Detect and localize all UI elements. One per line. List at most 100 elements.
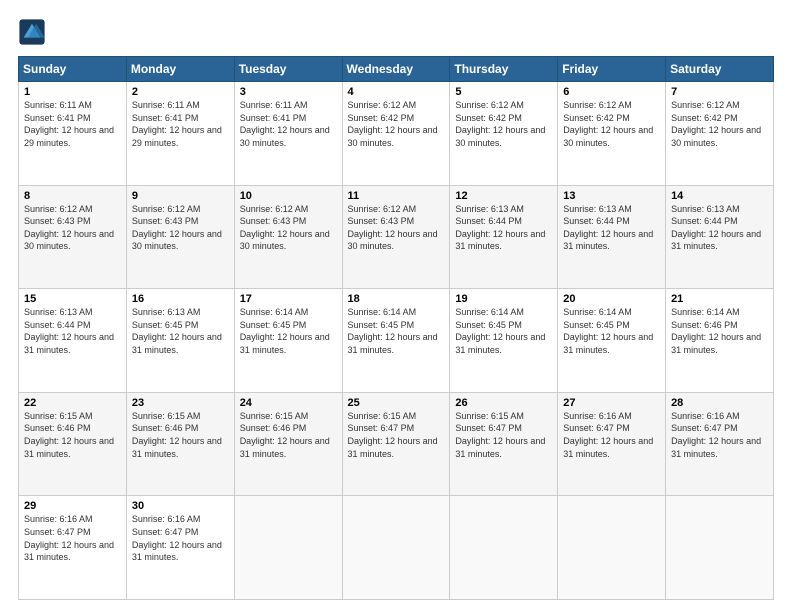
day-cell: 26Sunrise: 6:15 AMSunset: 6:47 PMDayligh… xyxy=(450,392,558,496)
day-number: 10 xyxy=(240,190,337,202)
page: SundayMondayTuesdayWednesdayThursdayFrid… xyxy=(0,0,792,612)
day-cell xyxy=(234,496,342,600)
day-number: 1 xyxy=(24,86,121,98)
day-cell xyxy=(558,496,666,600)
day-cell: 9Sunrise: 6:12 AMSunset: 6:43 PMDaylight… xyxy=(126,185,234,289)
day-cell: 27Sunrise: 6:16 AMSunset: 6:47 PMDayligh… xyxy=(558,392,666,496)
day-number: 15 xyxy=(24,293,121,305)
day-header-monday: Monday xyxy=(126,57,234,82)
day-info: Sunrise: 6:11 AMSunset: 6:41 PMDaylight:… xyxy=(132,99,229,149)
day-cell: 30Sunrise: 6:16 AMSunset: 6:47 PMDayligh… xyxy=(126,496,234,600)
day-info: Sunrise: 6:15 AMSunset: 6:46 PMDaylight:… xyxy=(132,410,229,460)
day-cell: 24Sunrise: 6:15 AMSunset: 6:46 PMDayligh… xyxy=(234,392,342,496)
day-number: 22 xyxy=(24,397,121,409)
day-info: Sunrise: 6:12 AMSunset: 6:42 PMDaylight:… xyxy=(348,99,445,149)
day-cell: 6Sunrise: 6:12 AMSunset: 6:42 PMDaylight… xyxy=(558,82,666,186)
day-number: 16 xyxy=(132,293,229,305)
day-cell xyxy=(450,496,558,600)
logo xyxy=(18,18,50,46)
day-info: Sunrise: 6:14 AMSunset: 6:45 PMDaylight:… xyxy=(348,306,445,356)
day-info: Sunrise: 6:14 AMSunset: 6:45 PMDaylight:… xyxy=(455,306,552,356)
day-info: Sunrise: 6:12 AMSunset: 6:43 PMDaylight:… xyxy=(348,203,445,253)
day-number: 14 xyxy=(671,190,768,202)
day-info: Sunrise: 6:16 AMSunset: 6:47 PMDaylight:… xyxy=(671,410,768,460)
day-cell: 5Sunrise: 6:12 AMSunset: 6:42 PMDaylight… xyxy=(450,82,558,186)
day-number: 19 xyxy=(455,293,552,305)
day-cell: 7Sunrise: 6:12 AMSunset: 6:42 PMDaylight… xyxy=(666,82,774,186)
day-cell: 4Sunrise: 6:12 AMSunset: 6:42 PMDaylight… xyxy=(342,82,450,186)
day-number: 24 xyxy=(240,397,337,409)
day-cell: 1Sunrise: 6:11 AMSunset: 6:41 PMDaylight… xyxy=(19,82,127,186)
header xyxy=(18,18,774,46)
day-cell: 16Sunrise: 6:13 AMSunset: 6:45 PMDayligh… xyxy=(126,289,234,393)
day-number: 18 xyxy=(348,293,445,305)
day-cell: 19Sunrise: 6:14 AMSunset: 6:45 PMDayligh… xyxy=(450,289,558,393)
day-header-saturday: Saturday xyxy=(666,57,774,82)
day-info: Sunrise: 6:16 AMSunset: 6:47 PMDaylight:… xyxy=(563,410,660,460)
day-info: Sunrise: 6:14 AMSunset: 6:45 PMDaylight:… xyxy=(563,306,660,356)
day-cell: 15Sunrise: 6:13 AMSunset: 6:44 PMDayligh… xyxy=(19,289,127,393)
day-number: 9 xyxy=(132,190,229,202)
day-number: 21 xyxy=(671,293,768,305)
day-number: 2 xyxy=(132,86,229,98)
day-cell: 29Sunrise: 6:16 AMSunset: 6:47 PMDayligh… xyxy=(19,496,127,600)
day-number: 26 xyxy=(455,397,552,409)
day-cell xyxy=(342,496,450,600)
day-cell: 10Sunrise: 6:12 AMSunset: 6:43 PMDayligh… xyxy=(234,185,342,289)
day-number: 5 xyxy=(455,86,552,98)
day-cell: 13Sunrise: 6:13 AMSunset: 6:44 PMDayligh… xyxy=(558,185,666,289)
day-cell: 21Sunrise: 6:14 AMSunset: 6:46 PMDayligh… xyxy=(666,289,774,393)
day-header-tuesday: Tuesday xyxy=(234,57,342,82)
day-cell: 17Sunrise: 6:14 AMSunset: 6:45 PMDayligh… xyxy=(234,289,342,393)
day-number: 29 xyxy=(24,500,121,512)
day-info: Sunrise: 6:13 AMSunset: 6:44 PMDaylight:… xyxy=(455,203,552,253)
day-info: Sunrise: 6:12 AMSunset: 6:43 PMDaylight:… xyxy=(132,203,229,253)
day-cell: 20Sunrise: 6:14 AMSunset: 6:45 PMDayligh… xyxy=(558,289,666,393)
day-number: 28 xyxy=(671,397,768,409)
day-info: Sunrise: 6:13 AMSunset: 6:45 PMDaylight:… xyxy=(132,306,229,356)
calendar: SundayMondayTuesdayWednesdayThursdayFrid… xyxy=(18,56,774,600)
day-info: Sunrise: 6:12 AMSunset: 6:43 PMDaylight:… xyxy=(24,203,121,253)
day-info: Sunrise: 6:11 AMSunset: 6:41 PMDaylight:… xyxy=(24,99,121,149)
day-cell xyxy=(666,496,774,600)
day-cell: 28Sunrise: 6:16 AMSunset: 6:47 PMDayligh… xyxy=(666,392,774,496)
logo-icon xyxy=(18,18,46,46)
day-cell: 12Sunrise: 6:13 AMSunset: 6:44 PMDayligh… xyxy=(450,185,558,289)
day-number: 12 xyxy=(455,190,552,202)
day-header-thursday: Thursday xyxy=(450,57,558,82)
day-number: 4 xyxy=(348,86,445,98)
day-info: Sunrise: 6:15 AMSunset: 6:46 PMDaylight:… xyxy=(24,410,121,460)
day-info: Sunrise: 6:14 AMSunset: 6:46 PMDaylight:… xyxy=(671,306,768,356)
calendar-header-row: SundayMondayTuesdayWednesdayThursdayFrid… xyxy=(19,57,774,82)
week-row-4: 22Sunrise: 6:15 AMSunset: 6:46 PMDayligh… xyxy=(19,392,774,496)
day-info: Sunrise: 6:15 AMSunset: 6:46 PMDaylight:… xyxy=(240,410,337,460)
day-info: Sunrise: 6:15 AMSunset: 6:47 PMDaylight:… xyxy=(348,410,445,460)
week-row-2: 8Sunrise: 6:12 AMSunset: 6:43 PMDaylight… xyxy=(19,185,774,289)
day-number: 23 xyxy=(132,397,229,409)
day-info: Sunrise: 6:12 AMSunset: 6:43 PMDaylight:… xyxy=(240,203,337,253)
day-number: 13 xyxy=(563,190,660,202)
day-header-friday: Friday xyxy=(558,57,666,82)
day-info: Sunrise: 6:13 AMSunset: 6:44 PMDaylight:… xyxy=(24,306,121,356)
day-number: 6 xyxy=(563,86,660,98)
day-cell: 14Sunrise: 6:13 AMSunset: 6:44 PMDayligh… xyxy=(666,185,774,289)
day-cell: 8Sunrise: 6:12 AMSunset: 6:43 PMDaylight… xyxy=(19,185,127,289)
day-number: 17 xyxy=(240,293,337,305)
day-number: 20 xyxy=(563,293,660,305)
day-cell: 2Sunrise: 6:11 AMSunset: 6:41 PMDaylight… xyxy=(126,82,234,186)
day-number: 7 xyxy=(671,86,768,98)
week-row-5: 29Sunrise: 6:16 AMSunset: 6:47 PMDayligh… xyxy=(19,496,774,600)
day-number: 11 xyxy=(348,190,445,202)
day-info: Sunrise: 6:13 AMSunset: 6:44 PMDaylight:… xyxy=(563,203,660,253)
day-info: Sunrise: 6:12 AMSunset: 6:42 PMDaylight:… xyxy=(671,99,768,149)
day-cell: 25Sunrise: 6:15 AMSunset: 6:47 PMDayligh… xyxy=(342,392,450,496)
day-info: Sunrise: 6:15 AMSunset: 6:47 PMDaylight:… xyxy=(455,410,552,460)
day-info: Sunrise: 6:13 AMSunset: 6:44 PMDaylight:… xyxy=(671,203,768,253)
week-row-1: 1Sunrise: 6:11 AMSunset: 6:41 PMDaylight… xyxy=(19,82,774,186)
day-number: 30 xyxy=(132,500,229,512)
day-number: 3 xyxy=(240,86,337,98)
day-cell: 22Sunrise: 6:15 AMSunset: 6:46 PMDayligh… xyxy=(19,392,127,496)
day-header-wednesday: Wednesday xyxy=(342,57,450,82)
day-cell: 23Sunrise: 6:15 AMSunset: 6:46 PMDayligh… xyxy=(126,392,234,496)
day-number: 8 xyxy=(24,190,121,202)
